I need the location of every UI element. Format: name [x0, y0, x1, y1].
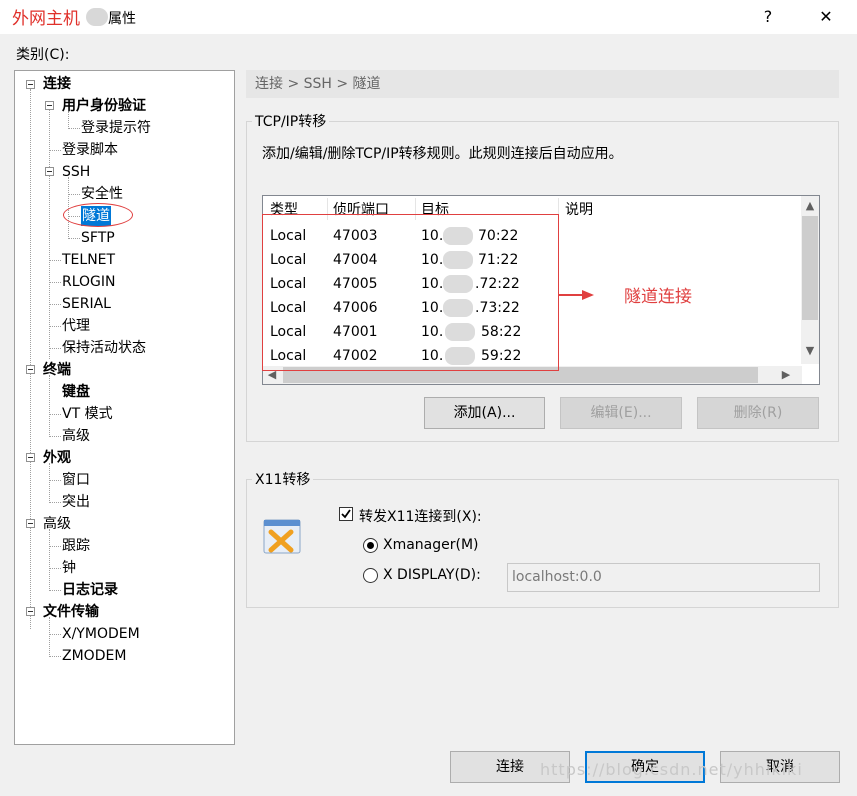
tcp-description: 添加/编辑/删除TCP/IP转移规则。此规则连接后自动应用。 — [262, 146, 623, 162]
tree-item-appearance[interactable]: 外观 — [43, 448, 71, 468]
tree-item-advanced[interactable]: 高级 — [43, 514, 71, 534]
window-title: 属性 — [108, 11, 136, 27]
tree-connector — [49, 260, 61, 261]
tree-connector — [49, 546, 61, 547]
tree-item-connection[interactable]: 连接 — [43, 74, 71, 94]
tree-connector — [49, 529, 50, 591]
tree-item-zmodem[interactable]: ZMODEM — [62, 646, 126, 666]
close-button[interactable]: ✕ — [804, 4, 848, 30]
title-blur — [86, 8, 108, 26]
tree-item-xymodem[interactable]: X/YMODEM — [62, 624, 140, 644]
tree-connector — [49, 304, 61, 305]
tree-item-terminal[interactable]: 终端 — [43, 360, 71, 380]
forward-x11-label[interactable]: 转发X11连接到(X): — [359, 506, 482, 526]
tree-item-sftp[interactable]: SFTP — [81, 228, 115, 248]
tree-item-security[interactable]: 安全性 — [81, 184, 123, 204]
x11-group-title: X11转移 — [252, 469, 314, 489]
collapse-icon[interactable] — [26, 607, 35, 616]
edit-button[interactable]: 编辑(E)... — [560, 397, 682, 429]
watermark-text: https://blog.csdn.net/yhhikiki — [540, 760, 803, 779]
xdisplay-label[interactable]: X DISPLAY(D): — [383, 567, 481, 583]
scroll-up-icon[interactable]: ▲ — [801, 197, 819, 215]
tree-item-serial[interactable]: SERIAL — [62, 294, 111, 314]
tree-item-login-script[interactable]: 登录脚本 — [62, 140, 118, 160]
tree-connector — [49, 414, 61, 415]
collapse-icon[interactable] — [26, 519, 35, 528]
tree-item-terminal-advanced[interactable]: 高级 — [62, 426, 90, 446]
tree-item-bell[interactable]: 钟 — [62, 558, 76, 578]
tree-item-keyboard[interactable]: 键盘 — [62, 382, 90, 402]
tcp-group-title: TCP/IP转移 — [252, 111, 330, 131]
column-header-description[interactable]: 说明 — [565, 200, 593, 220]
tree-item-keepalive[interactable]: 保持活动状态 — [62, 338, 146, 358]
annotation-arrow-icon — [558, 290, 594, 300]
collapse-icon[interactable] — [26, 453, 35, 462]
tree-connector — [49, 568, 61, 569]
breadcrumb: 连接 > SSH > 隧道 — [246, 70, 839, 98]
tree-connector — [49, 480, 61, 481]
forward-x11-checkbox[interactable] — [339, 507, 353, 521]
scroll-thumb[interactable] — [802, 216, 818, 320]
tree-connector — [49, 436, 61, 437]
tree-connector — [49, 590, 61, 591]
vertical-scrollbar[interactable]: ▲ ▼ — [801, 196, 819, 364]
collapse-icon[interactable] — [26, 365, 35, 374]
tree-connector — [49, 150, 61, 151]
tree-connector — [49, 463, 50, 503]
xmanager-radio[interactable] — [363, 538, 378, 553]
tree-item-ssh[interactable]: SSH — [62, 162, 90, 182]
tree-item-window[interactable]: 窗口 — [62, 470, 90, 490]
delete-button[interactable]: 删除(R) — [697, 397, 819, 429]
tree-connector — [49, 326, 61, 327]
tree-item-rlogin[interactable]: RLOGIN — [62, 272, 116, 292]
tree-connector — [49, 348, 61, 349]
add-button[interactable]: 添加(A)... — [424, 397, 545, 429]
tree-item-file-transfer[interactable]: 文件传输 — [43, 602, 99, 622]
tree-item-logging[interactable]: 日志记录 — [62, 580, 118, 600]
tree-connector — [68, 238, 80, 239]
tree-item-trace[interactable]: 跟踪 — [62, 536, 90, 556]
tree-connector — [49, 656, 61, 657]
xdisplay-radio[interactable] — [363, 568, 378, 583]
tree-connector — [49, 502, 61, 503]
tree-connector — [68, 128, 80, 129]
checkmark-icon — [341, 509, 351, 519]
title-bar: 外网主机 属性 ? ✕ — [0, 0, 857, 34]
collapse-icon[interactable] — [26, 80, 35, 89]
tree-item-vt-mode[interactable]: VT 模式 — [62, 404, 113, 424]
tree-connector — [49, 109, 50, 359]
annotation-ellipse — [63, 203, 133, 227]
tree-item-user-auth[interactable]: 用户身份验证 — [62, 96, 146, 116]
title-watermark: 外网主机 — [12, 9, 80, 29]
scroll-right-icon[interactable]: ▶ — [777, 366, 795, 384]
category-label: 类别(C): — [16, 47, 70, 63]
tree-connector — [49, 634, 61, 635]
category-tree[interactable]: 连接 用户身份验证 登录提示符 登录脚本 SSH 安全性 隧道 SFTP TEL… — [14, 70, 235, 745]
tree-connector — [30, 89, 31, 629]
xmanager-icon — [263, 519, 301, 554]
scroll-down-icon[interactable]: ▼ — [801, 342, 819, 360]
tree-connector — [49, 282, 61, 283]
tree-item-login-prompt[interactable]: 登录提示符 — [81, 118, 151, 138]
tree-connector — [68, 194, 80, 195]
annotation-box — [262, 214, 559, 371]
help-button[interactable]: ? — [746, 4, 790, 30]
tree-item-highlight[interactable]: 突出 — [62, 492, 90, 512]
xdisplay-input[interactable]: localhost:0.0 — [507, 563, 820, 592]
tree-item-proxy[interactable]: 代理 — [62, 316, 90, 336]
collapse-icon[interactable] — [45, 167, 54, 176]
tree-connector — [49, 375, 50, 437]
tree-connector — [49, 617, 50, 657]
collapse-icon[interactable] — [45, 101, 54, 110]
tree-item-telnet[interactable]: TELNET — [62, 250, 115, 270]
annotation-label: 隧道连接 — [624, 287, 692, 307]
xmanager-label[interactable]: Xmanager(M) — [383, 537, 479, 553]
